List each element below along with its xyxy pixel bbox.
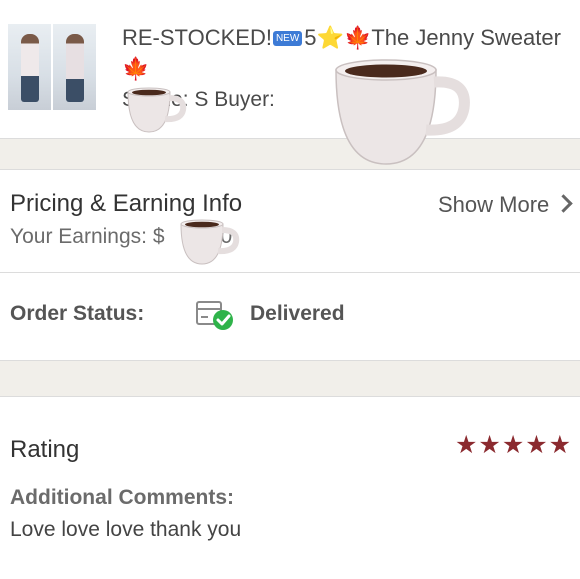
delivered-box-icon bbox=[194, 296, 234, 332]
star-icon: ⭐ bbox=[316, 25, 344, 50]
product-photo-side bbox=[53, 24, 96, 110]
maple-leaf-icon: 🍁 bbox=[343, 25, 372, 50]
order-status-value: Delivered bbox=[250, 302, 345, 325]
chevron-right-icon bbox=[554, 194, 573, 213]
product-thumbnail[interactable] bbox=[8, 24, 96, 110]
divider bbox=[0, 272, 580, 273]
product-photo-front bbox=[8, 24, 51, 110]
pricing-title: Pricing & Earning Info bbox=[10, 190, 243, 217]
coffee-cup-icon bbox=[180, 219, 240, 265]
show-more-link[interactable]: Show More bbox=[438, 192, 573, 218]
coffee-cup-icon bbox=[335, 59, 470, 165]
product-title[interactable]: RE-STOCKED! NEW 5⭐🍁The Jenny Sweater bbox=[122, 25, 561, 51]
order-item-card[interactable]: RE-STOCKED! NEW 5⭐🍁The Jenny Sweater 🍁 S S… bbox=[0, 0, 580, 138]
order-status-label: Order Status: bbox=[10, 302, 145, 325]
divider bbox=[0, 396, 580, 397]
rating-title: Rating bbox=[10, 436, 80, 463]
maple-leaf-icon: 🍁 bbox=[122, 56, 150, 81]
comments-text: Love love love thank you bbox=[10, 518, 242, 541]
additional-comments-label: Additional Comments: bbox=[10, 486, 234, 509]
rating-stars: ★★★★★ bbox=[455, 431, 573, 459]
pricing-section bbox=[0, 170, 580, 272]
section-gap bbox=[0, 139, 580, 169]
section-gap bbox=[0, 361, 580, 396]
coffee-cup-icon bbox=[127, 87, 187, 133]
new-badge: NEW bbox=[272, 31, 303, 46]
